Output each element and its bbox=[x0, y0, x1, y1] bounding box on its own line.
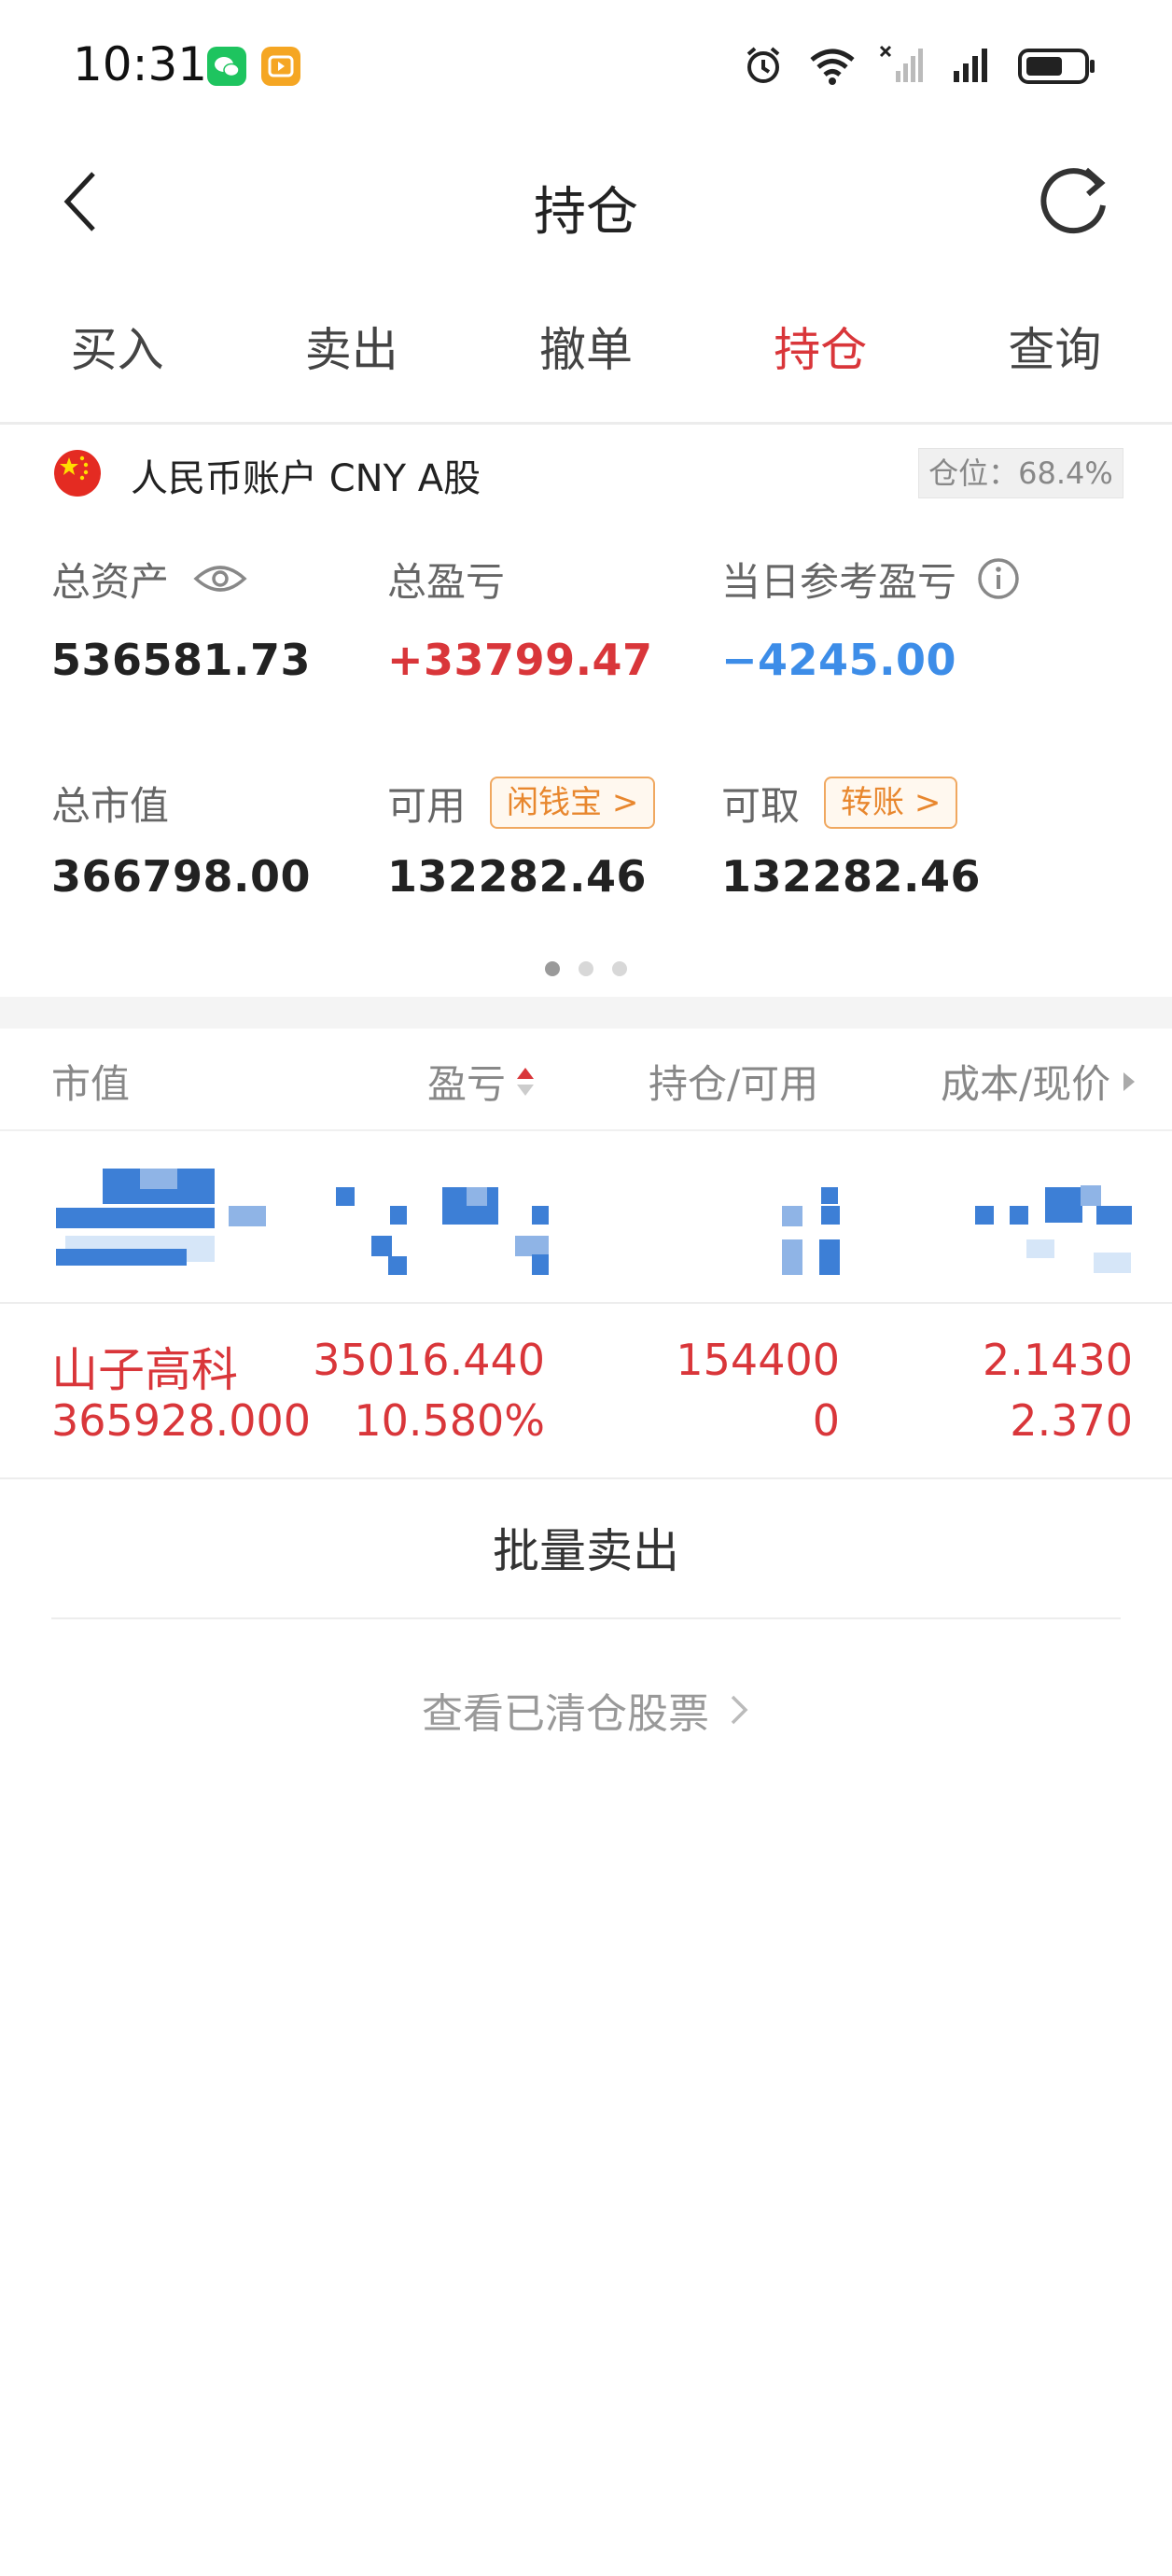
redacted-holding-row[interactable] bbox=[0, 1131, 1172, 1304]
metric-market-value: 总市值 366798.00 bbox=[51, 775, 387, 903]
metric-total-pnl: 总盈亏 +33799.47 bbox=[387, 551, 723, 686]
tab-bar: 买入 卖出 撤单 持仓 查询 bbox=[0, 280, 1172, 425]
metric-label: 当日参考盈亏 bbox=[721, 558, 957, 605]
tab-query[interactable]: 查询 bbox=[938, 280, 1172, 422]
status-bar: 10:31 bbox=[0, 0, 1172, 131]
batch-sell-button[interactable]: 批量卖出 bbox=[51, 1484, 1121, 1619]
position-ratio-badge: 仓位：68.4% bbox=[918, 448, 1123, 498]
stock-pnl: 35016.440 bbox=[313, 1335, 545, 1385]
header-market-value: 市值 bbox=[51, 1061, 131, 1107]
stock-position: 154400 bbox=[676, 1335, 840, 1385]
page-indicator bbox=[0, 961, 1172, 980]
metric-value: +33799.47 bbox=[387, 635, 653, 685]
status-time: 10:31 bbox=[73, 37, 208, 91]
tab-cancel-order[interactable]: 撤单 bbox=[468, 280, 703, 422]
idle-money-button[interactable]: 闲钱宝 > bbox=[490, 777, 656, 829]
refresh-icon bbox=[1040, 167, 1106, 234]
metric-daily-pnl: 当日参考盈亏 −4245.00 bbox=[721, 551, 1132, 685]
metric-withdrawable: 可取 转账 > 132282.46 bbox=[721, 775, 1057, 902]
title-bar: 持仓 bbox=[0, 131, 1172, 271]
eye-icon[interactable] bbox=[193, 560, 247, 597]
alarm-icon bbox=[741, 43, 786, 91]
metric-available: 可用 闲钱宝 > 132282.46 bbox=[387, 775, 723, 902]
metric-label: 可用 bbox=[387, 782, 467, 829]
holdings-header: 市值 盈亏 持仓/可用 成本/现价 bbox=[0, 1029, 1172, 1131]
chevron-right-icon bbox=[728, 1691, 750, 1729]
header-pnl: 盈亏 bbox=[427, 1061, 507, 1107]
sort-icon bbox=[515, 1063, 536, 1100]
metric-label: 总盈亏 bbox=[387, 558, 506, 605]
tab-holdings[interactable]: 持仓 bbox=[704, 280, 938, 422]
account-name: 人民币账户 CNY A股 bbox=[131, 457, 481, 500]
stock-available: 0 bbox=[812, 1395, 840, 1446]
metric-label: 总资产 bbox=[51, 558, 170, 605]
metric-value: 132282.46 bbox=[387, 851, 648, 902]
info-icon[interactable] bbox=[977, 557, 1020, 600]
section-divider bbox=[0, 997, 1172, 1029]
metric-value: 536581.73 bbox=[51, 635, 312, 685]
battery-icon bbox=[1017, 43, 1097, 91]
page-dot bbox=[545, 961, 560, 976]
metric-value: −4245.00 bbox=[721, 635, 957, 685]
view-cleared-stocks-link[interactable]: 查看已清仓股票 bbox=[0, 1680, 1172, 1740]
header-position: 持仓/可用 bbox=[649, 1061, 819, 1107]
header-cost: 成本/现价 bbox=[941, 1061, 1111, 1107]
tab-buy[interactable]: 买入 bbox=[0, 280, 234, 422]
signal-sim2-icon bbox=[948, 43, 997, 91]
stock-pnl-percent: 10.580% bbox=[354, 1395, 545, 1446]
stock-market-value: 365928.000 bbox=[51, 1395, 312, 1446]
page-dot bbox=[579, 961, 593, 976]
signal-sim1-icon bbox=[879, 43, 928, 91]
wifi-icon bbox=[806, 43, 858, 91]
header-cost-price[interactable]: 成本/现价 bbox=[941, 1053, 1137, 1110]
metric-total-assets: 总资产 536581.73 bbox=[51, 551, 387, 686]
wechat-icon bbox=[207, 47, 246, 86]
holding-row[interactable]: 山子高科 365928.000 35016.440 10.580% 154400… bbox=[0, 1307, 1172, 1479]
china-flag-icon bbox=[54, 450, 101, 497]
metric-label: 可取 bbox=[721, 782, 801, 829]
triangle-right-icon bbox=[1122, 1069, 1137, 1095]
header-pnl-sort[interactable]: 盈亏 bbox=[427, 1053, 536, 1110]
stock-price: 2.370 bbox=[1010, 1395, 1133, 1446]
page-dot bbox=[612, 961, 627, 976]
view-cleared-label: 查看已清仓股票 bbox=[422, 1690, 709, 1738]
tab-sell[interactable]: 卖出 bbox=[234, 280, 468, 422]
stock-name: 山子高科 bbox=[51, 1343, 238, 1397]
refresh-button[interactable] bbox=[1032, 157, 1116, 241]
page-title: 持仓 bbox=[534, 182, 638, 243]
notification-app-icon bbox=[261, 47, 300, 86]
account-row[interactable]: 人民币账户 CNY A股 仓位：68.4% bbox=[0, 429, 1172, 518]
metric-value: 132282.46 bbox=[721, 851, 982, 902]
metric-label: 总市值 bbox=[51, 782, 170, 829]
transfer-button[interactable]: 转账 > bbox=[824, 777, 958, 829]
stock-cost: 2.1430 bbox=[983, 1335, 1133, 1385]
metric-value: 366798.00 bbox=[51, 851, 312, 902]
